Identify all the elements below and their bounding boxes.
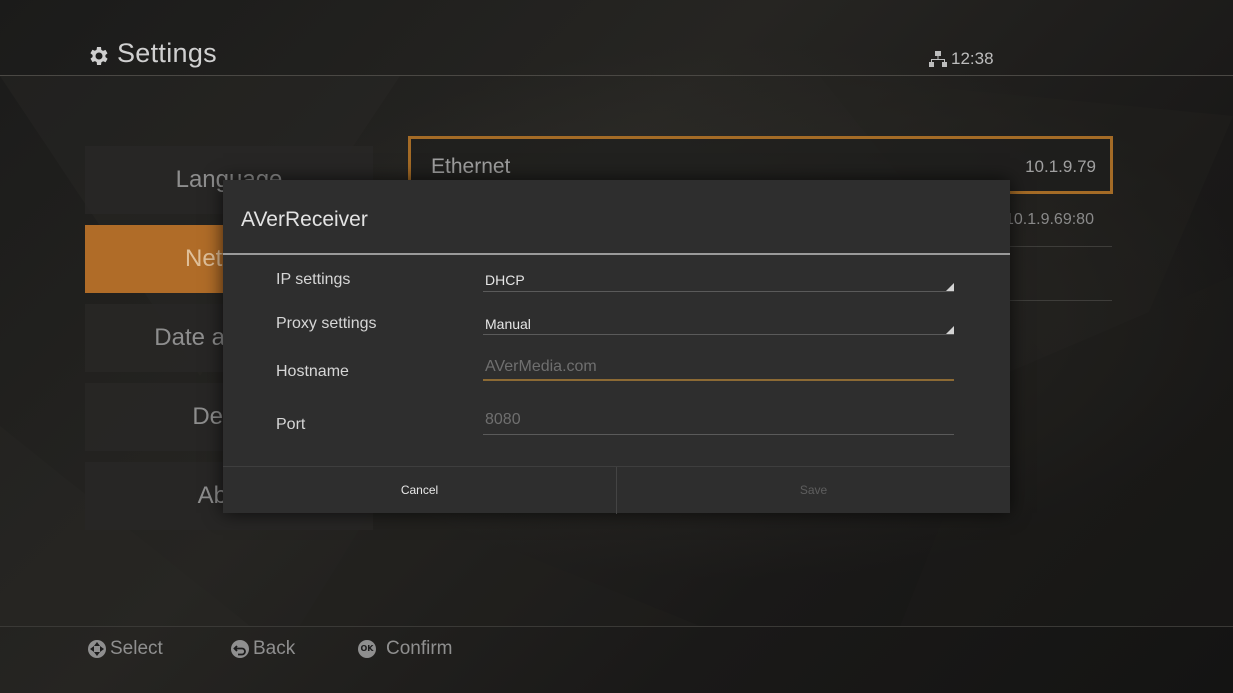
ip-settings-label: IP settings [276,271,351,288]
port-underline [483,434,954,435]
dialog-button-bar: Cancel Save [223,466,1010,514]
header-divider [0,75,1233,76]
proxy-settings-label: Proxy settings [276,315,377,332]
dialog-title: AVerReceiver [241,208,368,231]
footer-back-hint: Back [253,638,296,659]
cancel-button[interactable]: Cancel [223,467,616,514]
proxy-dialog: AVerReceiver IP settings DHCP Proxy sett… [223,180,1010,514]
port-input[interactable]: 8080 [485,411,521,429]
ip-settings-spinner[interactable]: DHCP [485,272,525,288]
header-bar: Settings 12:38 [0,0,1233,76]
panel-divider [1010,246,1112,247]
gear-icon [90,47,108,65]
save-button[interactable]: Save [617,467,1010,514]
footer-divider [0,626,1233,627]
clock: 12:38 [951,49,994,68]
ip-settings-underline [483,291,954,292]
ethernet-label: Ethernet [431,155,511,178]
ethernet-ip-value: 10.1.9.79 [1025,157,1096,176]
hostname-input[interactable]: AVerMedia.com [485,358,597,376]
proxy-row-value: 10.1.9.69:80 [1005,211,1094,228]
back-icon [231,640,249,658]
dpad-icon [88,640,106,658]
panel-divider [1010,300,1112,301]
network-icon [929,51,947,67]
proxy-settings-underline [483,334,954,335]
port-label: Port [276,416,306,433]
settings-screen: Settings 12:38 Language Network Date and… [0,0,1233,693]
hostname-underline [483,379,954,381]
hostname-label: Hostname [276,363,349,380]
footer-select-hint: Select [110,638,163,659]
dialog-title-divider [223,253,1010,255]
proxy-settings-spinner[interactable]: Manual [485,316,531,332]
page-title: Settings [117,38,217,68]
footer-confirm-hint: Confirm [386,638,453,659]
ok-icon: OK [358,640,376,658]
